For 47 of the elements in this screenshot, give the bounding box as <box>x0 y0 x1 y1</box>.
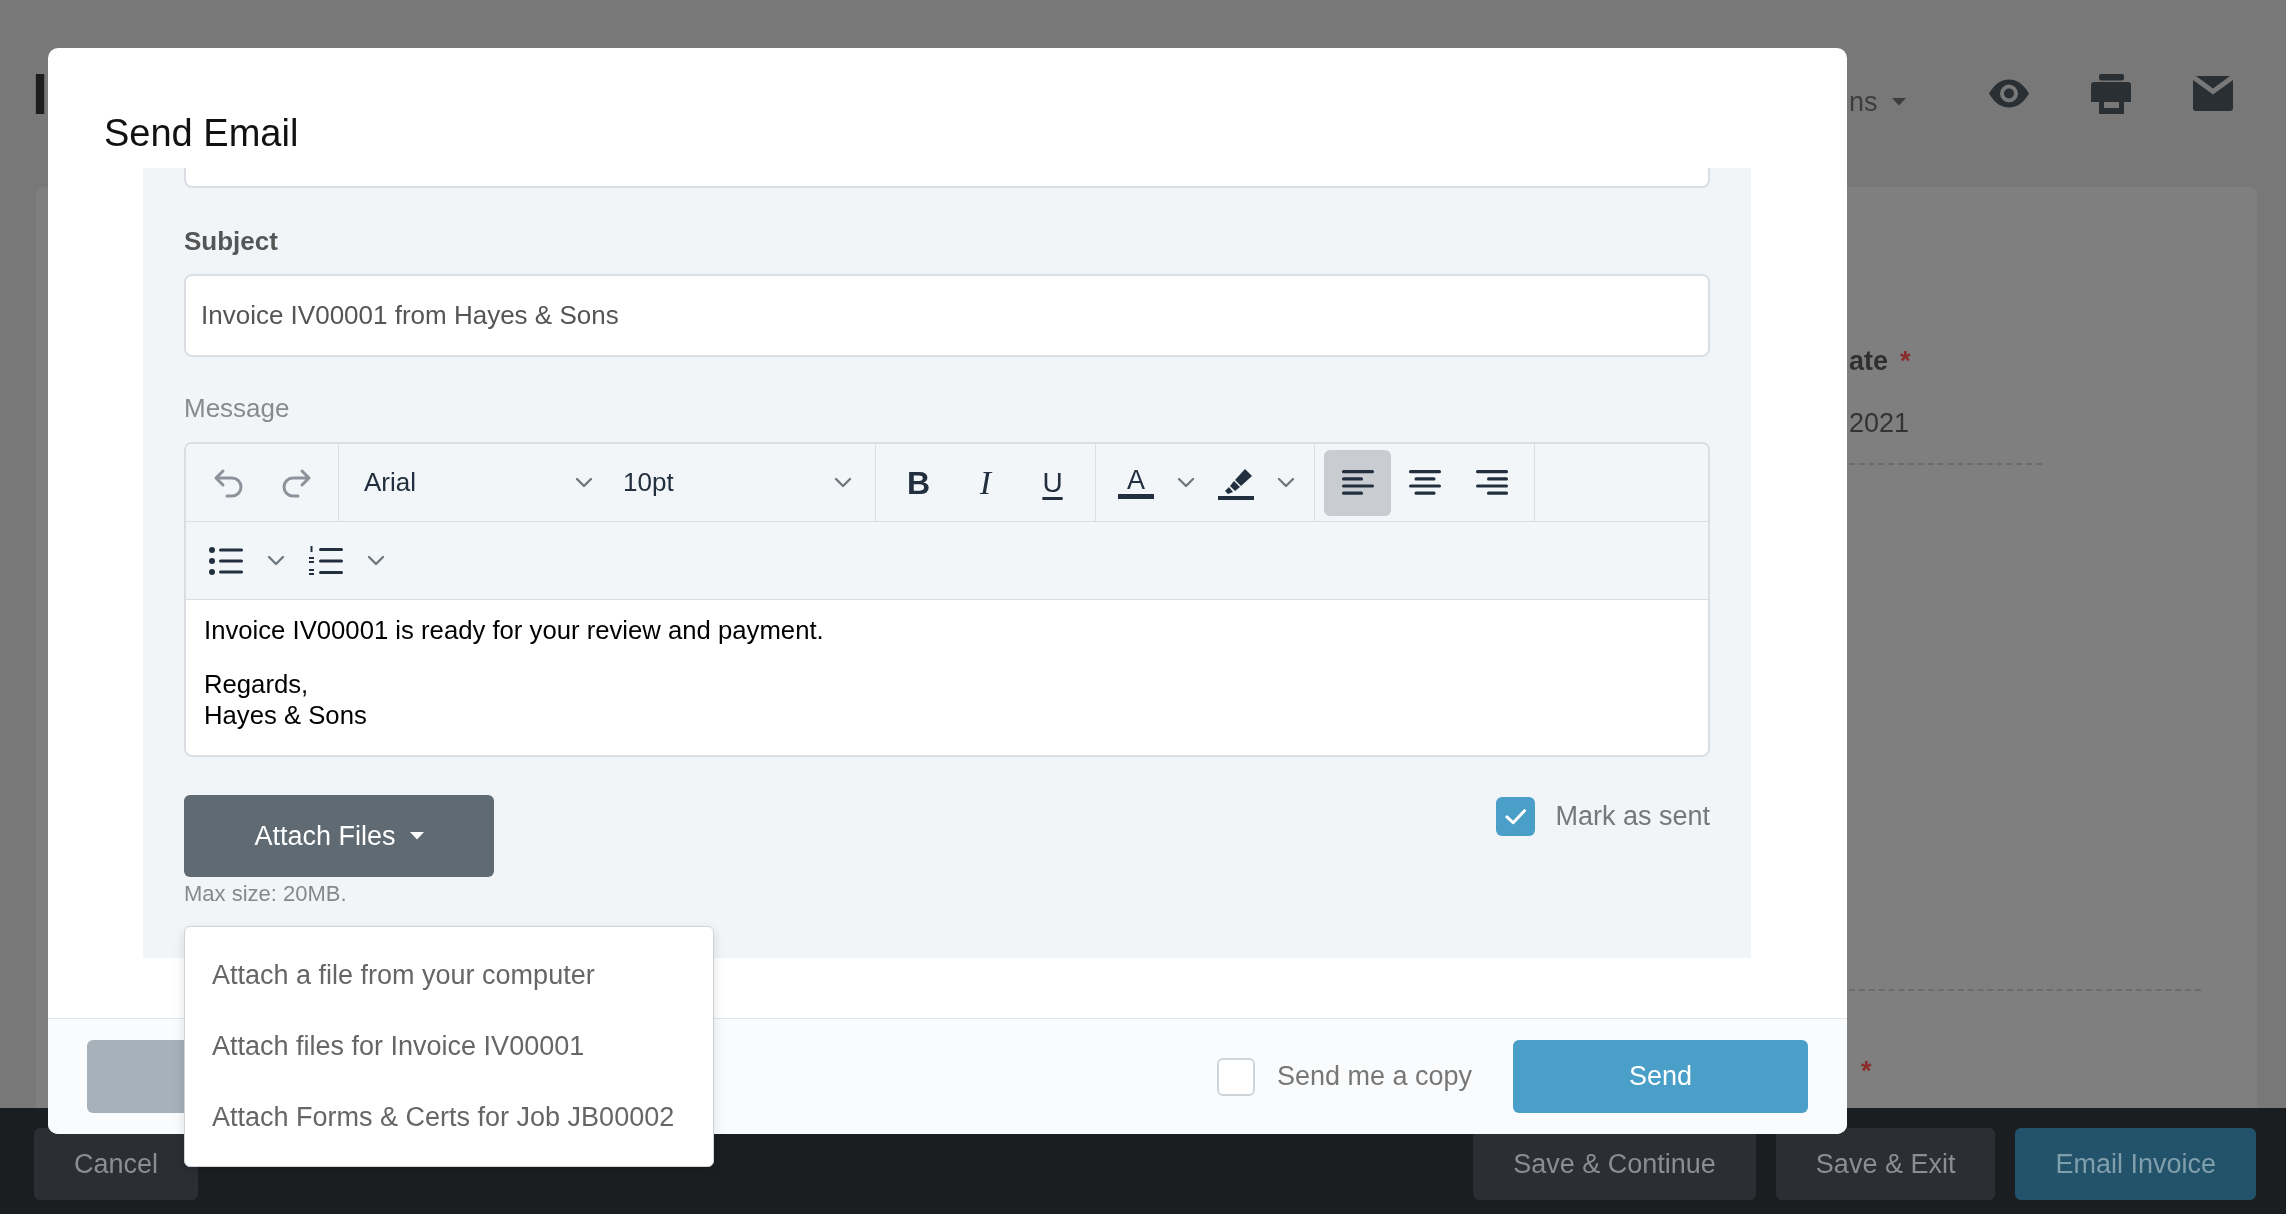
message-label: Message <box>184 393 290 423</box>
message-paragraph: Regards, Hayes & Sons <box>204 669 368 731</box>
subject-field[interactable]: Invoice IV00001 from Hayes & Sons <box>184 274 1710 357</box>
send-copy-label: Send me a copy <box>1276 1060 1472 1094</box>
font-family-select[interactable]: Arial <box>348 449 607 516</box>
chevron-down-icon <box>1277 477 1295 488</box>
max-size-hint: Max size: 20MB. <box>184 880 347 908</box>
required-mark: * <box>1861 1056 1872 1086</box>
chevron-down-icon <box>834 477 852 488</box>
send-copy-checkbox[interactable] <box>1216 1057 1255 1096</box>
chevron-down-icon <box>1177 477 1195 488</box>
align-left-icon <box>1341 470 1374 495</box>
bold-button[interactable]: B <box>885 449 952 516</box>
undo-icon <box>212 467 245 498</box>
align-left-button[interactable] <box>1324 449 1391 516</box>
mark-as-sent-checkbox[interactable] <box>1496 796 1536 836</box>
envelope-icon[interactable] <box>2193 76 2233 111</box>
save-exit-button[interactable]: Save & Exit <box>1775 1128 1996 1200</box>
printer-icon[interactable] <box>2091 73 2131 114</box>
page-title: I <box>32 64 49 123</box>
date-field[interactable]: 2021 <box>1849 406 2042 465</box>
subject-label: Subject <box>184 226 278 256</box>
chevron-down-icon <box>267 555 285 566</box>
required-mark: * <box>1900 346 1911 376</box>
numbered-list-icon <box>309 545 343 576</box>
menu-item[interactable]: Attach files for Invoice IV00001 <box>185 1011 713 1082</box>
send-button[interactable]: Send <box>1513 1040 1808 1113</box>
input-field[interactable] <box>184 168 1710 188</box>
underline-button[interactable]: U <box>1019 449 1086 516</box>
attach-files-button[interactable]: Attach Files <box>184 795 494 877</box>
bullet-list-icon <box>209 546 243 575</box>
menu-item[interactable]: Attach a file from your computer <box>185 940 713 1011</box>
chevron-down-icon <box>367 555 385 566</box>
italic-button[interactable]: I <box>952 449 1019 516</box>
field-label: ate <box>1849 346 1889 376</box>
eye-icon[interactable] <box>1989 79 2029 108</box>
mark-as-sent-label: Mark as sent <box>1555 800 1710 833</box>
align-right-icon <box>1475 470 1508 495</box>
text-color-button[interactable]: A <box>1105 449 1167 516</box>
align-center-icon <box>1408 470 1441 495</box>
email-invoice-button[interactable]: Email Invoice <box>2015 1128 2256 1200</box>
font-size-select[interactable]: 10pt <box>607 449 866 516</box>
message-paragraph: Invoice IV00001 is ready for your review and payment. <box>204 615 825 646</box>
caret-icon <box>409 832 424 840</box>
chevron-down-icon <box>575 477 593 488</box>
dialog-title: Send Email <box>104 111 299 156</box>
caret-icon <box>1891 97 1906 106</box>
